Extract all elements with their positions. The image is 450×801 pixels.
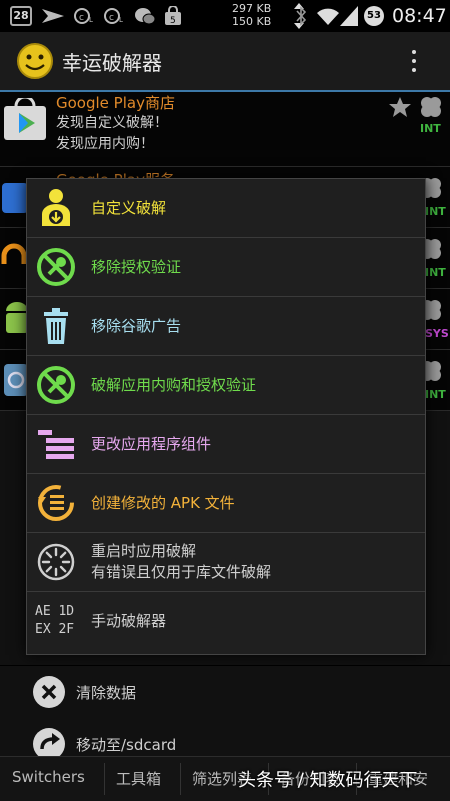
tab-separator — [104, 763, 105, 795]
tab-separator — [180, 763, 181, 795]
components-icon — [38, 430, 74, 459]
action-bar: 幸运破解器 — [0, 32, 450, 92]
menu-item-change-components[interactable]: 更改应用程序组件 — [27, 415, 425, 474]
calendar-icon: 28 — [10, 6, 32, 26]
trash-icon — [44, 308, 68, 344]
tab-switchers[interactable]: Switchers — [12, 768, 85, 786]
list-item-move-sdcard[interactable]: 移动至/sdcard — [0, 718, 450, 760]
notification-c-icon: c L — [74, 8, 93, 24]
settings-app-icon — [4, 364, 28, 396]
item-label: 移动至/sdcard — [76, 736, 177, 754]
shopping-bag-icon: 5 — [165, 6, 181, 26]
dialog-gap — [26, 652, 42, 666]
svg-text:L: L — [89, 16, 93, 24]
menu-item-manual-patcher[interactable]: AE 1D EX 2F 手动破解器 — [27, 592, 425, 650]
signal-icon — [340, 6, 358, 26]
menu-item-label: 手动破解器 — [91, 612, 167, 630]
svg-text:L: L — [119, 16, 123, 24]
patch-menu-dialog: 自定义破解 移除授权验证 移除谷歌广告 破解应用内购和授权验证 更改应用程序组件… — [26, 178, 426, 655]
svg-text:5: 5 — [170, 16, 176, 26]
notification-c2-icon: c L — [104, 8, 123, 24]
int-badge: INT — [425, 205, 446, 218]
app-title: 幸运破解器 — [62, 51, 162, 75]
bluetooth-icon — [296, 6, 307, 26]
menu-item-remove-ads[interactable]: 移除谷歌广告 — [27, 297, 425, 356]
watermark: 头条号 / 知数码行天下 — [238, 770, 418, 791]
clock: 08:47 — [392, 5, 447, 27]
hex-text: AE 1D — [35, 604, 75, 619]
upload-speed: 297 KB — [232, 2, 272, 15]
menu-item-label: 破解应用内购和授权验证 — [91, 376, 257, 394]
int-badge: INT — [420, 122, 441, 135]
overflow-menu-button[interactable] — [402, 46, 426, 76]
menu-item-create-apk[interactable]: 创建修改的 APK 文件 — [27, 474, 425, 533]
menu-item-label: 更改应用程序组件 — [91, 435, 212, 453]
wifi-icon — [317, 8, 339, 25]
menu-item-label: 自定义破解 — [91, 199, 167, 217]
send-icon — [42, 9, 64, 23]
play-store-icon — [4, 98, 46, 140]
overflow-dot-icon — [412, 68, 416, 72]
battery-icon: 53 — [364, 6, 384, 26]
menu-item-label: 移除授权验证 — [91, 258, 182, 276]
svg-text:c: c — [79, 13, 84, 23]
menu-item-label: 创建修改的 APK 文件 — [91, 494, 235, 512]
custom-patch-icon — [42, 189, 70, 226]
menu-item-label: 重启时应用破解 — [91, 542, 197, 560]
menu-item-sublabel: 有错误且仅用于库文件破解 — [91, 563, 272, 581]
clover-icon — [421, 97, 441, 117]
network-speed: 297 KB 150 KB — [232, 2, 302, 28]
int-badge: INT — [425, 388, 446, 401]
sys-badge: SYS — [425, 327, 449, 340]
apk-icon — [38, 485, 74, 521]
app-status-line: 发现自定义破解！ — [56, 115, 168, 131]
overflow-dot-icon — [412, 59, 416, 63]
manual-patcher-icon: AE 1D EX 2F — [35, 603, 83, 639]
reboot-spinner-icon — [37, 543, 75, 581]
svg-text:c: c — [109, 13, 114, 23]
list-item-clear-data[interactable]: 清除数据 — [0, 666, 450, 718]
tab-toolbox[interactable]: 工具箱 — [116, 768, 161, 789]
android-icon — [6, 302, 28, 333]
overflow-dot-icon — [412, 50, 416, 54]
menu-item-iap-license[interactable]: 破解应用内购和授权验证 — [27, 356, 425, 415]
app-status-line: 发现应用内购！ — [56, 136, 154, 152]
clear-data-icon — [33, 676, 65, 708]
list-item[interactable]: Google Play商店 发现自定义破解！ 发现应用内购！ INT — [0, 92, 450, 167]
hex-text: EX 2F — [35, 622, 75, 637]
menu-item-remove-license[interactable]: 移除授权验证 — [27, 238, 425, 297]
star-icon — [389, 97, 411, 117]
item-label: 清除数据 — [76, 684, 137, 702]
headphones-app-icon — [1, 243, 27, 264]
smiley-app-icon — [17, 43, 53, 79]
int-badge: INT — [425, 266, 446, 279]
iap-license-icon — [37, 366, 75, 404]
wechat-icon — [135, 8, 156, 25]
menu-item-custom-patch[interactable]: 自定义破解 — [27, 179, 425, 238]
download-speed: 150 KB — [232, 15, 272, 28]
menu-item-reboot-patch[interactable]: 重启时应用破解 有错误且仅用于库文件破解 — [27, 533, 425, 592]
menu-item-label: 移除谷歌广告 — [91, 317, 182, 335]
remove-license-icon — [37, 248, 75, 286]
play-services-icon — [2, 183, 28, 213]
app-name: Google Play商店 — [56, 94, 175, 112]
status-bar: 28 c L c L 5 297 KB 150 KB 53 08:47 — [0, 0, 450, 32]
